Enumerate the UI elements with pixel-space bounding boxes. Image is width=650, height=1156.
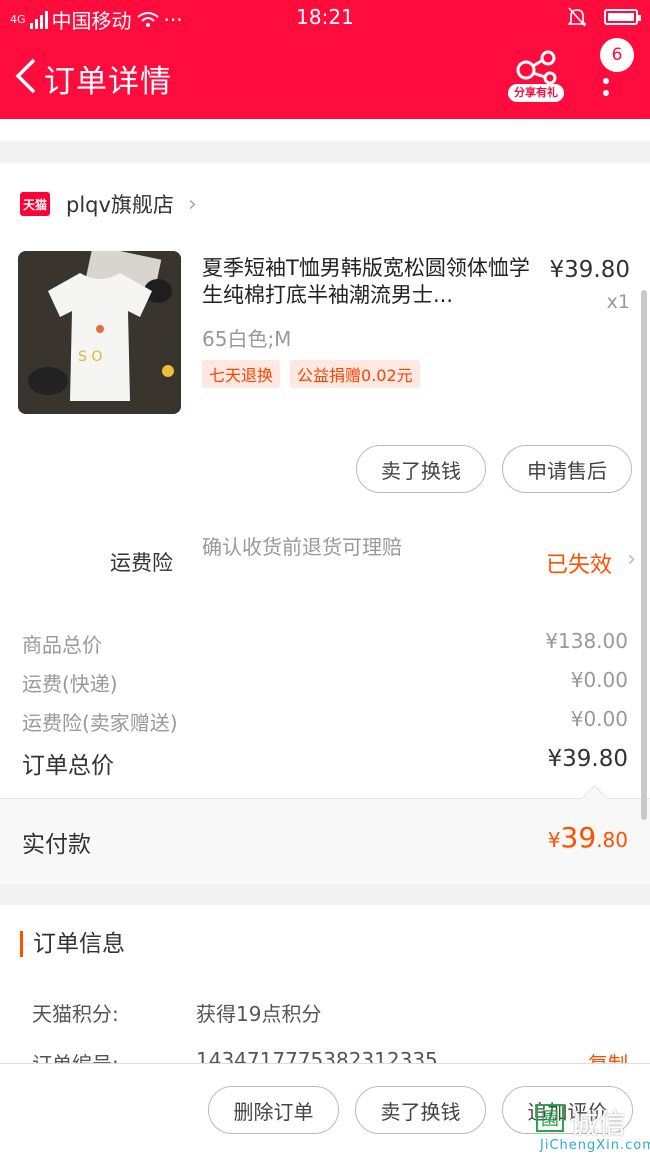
after-sales-button[interactable]: 申请售后	[502, 445, 632, 493]
sell-button[interactable]: 卖了换钱	[356, 445, 486, 493]
product-quantity: x1	[606, 291, 630, 313]
page-title: 订单详情	[44, 64, 172, 100]
more-menu-button[interactable]: 6	[592, 38, 634, 118]
share-button[interactable]: 分享有礼	[508, 48, 568, 104]
sell-button-bottom[interactable]: 卖了换钱	[355, 1086, 486, 1134]
paid-label: 实付款	[22, 832, 91, 858]
points-label: 天猫积分:	[32, 1002, 119, 1026]
order-info-heading: 订单信息	[20, 931, 125, 957]
product-title[interactable]: 夏季短袖T恤男韩版宽松圆领体恤学生纯棉打底半袖潮流男士...	[202, 255, 532, 309]
total-value: ¥39.80	[547, 746, 628, 772]
summary-row-shipping: 运费(快递) ¥0.00	[22, 668, 628, 698]
points-value: 获得19点积分	[196, 1002, 322, 1026]
top-strip	[0, 119, 650, 141]
summary-label: 运费险(卖家赠送)	[22, 711, 178, 735]
tag-seven-day-return: 七天退换	[202, 360, 281, 388]
insurance-status[interactable]: 已失效	[546, 547, 612, 579]
shop-link[interactable]: 天猫 plqv旗舰店 ›	[20, 189, 197, 219]
chevron-right-icon: ›	[187, 191, 197, 217]
summary-value: ¥138.00	[545, 629, 628, 653]
points-row: 天猫积分: 获得19点积分	[32, 998, 321, 1027]
paid-currency: ¥	[547, 828, 561, 852]
tmall-logo-icon: 天猫	[20, 192, 50, 216]
paid-decimal: .80	[596, 828, 628, 852]
summary-label: 运费(快递)	[22, 672, 118, 696]
summary-row-goods: 商品总价 ¥138.00	[22, 629, 628, 659]
watermark-mark: 園	[536, 1104, 564, 1132]
service-tags: 七天退换 公益捐赠0.02元	[202, 360, 420, 388]
chevron-right-icon[interactable]: ›	[627, 547, 636, 572]
watermark-url: JiChengXin.com	[540, 1138, 650, 1153]
summary-label: 商品总价	[22, 633, 102, 657]
status-bar: 4G 中国移动 ··· 18:21	[0, 0, 650, 36]
summary-value: ¥0.00	[570, 707, 628, 731]
tshirt-photo-icon: S O	[18, 251, 181, 414]
message-count-badge: 6	[600, 38, 634, 72]
total-label: 订单总价	[22, 753, 114, 779]
mute-bell-icon	[568, 7, 586, 27]
status-right	[568, 7, 641, 27]
svg-text:S O: S O	[78, 349, 102, 365]
status-time: 18:21	[296, 5, 354, 29]
watermark: 園 诚信 JiChengXin.com	[530, 1102, 650, 1155]
scrollbar[interactable]	[641, 290, 647, 820]
tag-charity: 公益捐赠0.02元	[290, 360, 420, 388]
summary-row-total: 订单总价 ¥39.80	[22, 746, 628, 779]
summary-value: ¥0.00	[570, 668, 628, 692]
more-dots-icon	[603, 78, 611, 102]
paid-section: 实付款 ¥39.80	[0, 785, 650, 884]
share-icon	[516, 50, 557, 85]
header-bar: 订单详情 分享有礼 6	[0, 36, 650, 119]
order-card: 天猫 plqv旗舰店 › S O 夏季短袖T恤男韩版宽松圆领体恤学生纯棉打底半袖…	[0, 163, 650, 884]
summary-row-insurance: 运费险(卖家赠送) ¥0.00	[22, 707, 628, 737]
insurance-label: 运费险	[110, 551, 173, 575]
paid-amount: ¥39.80	[548, 821, 628, 854]
share-label: 分享有礼	[508, 84, 564, 102]
paid-integer: 39	[560, 821, 597, 854]
caret-up-icon	[581, 785, 608, 812]
battery-icon	[604, 9, 641, 25]
product-sku: 65白色;M	[202, 327, 292, 351]
product-image[interactable]: S O	[18, 251, 181, 414]
watermark-text: 诚信	[570, 1107, 627, 1140]
insurance-description: 确认收货前退货可理赔	[202, 535, 402, 559]
product-price: ¥39.80	[549, 257, 630, 283]
back-chevron-icon[interactable]	[8, 54, 44, 98]
delete-order-button[interactable]: 删除订单	[208, 1086, 339, 1134]
shop-name: plqv旗舰店	[66, 193, 174, 217]
